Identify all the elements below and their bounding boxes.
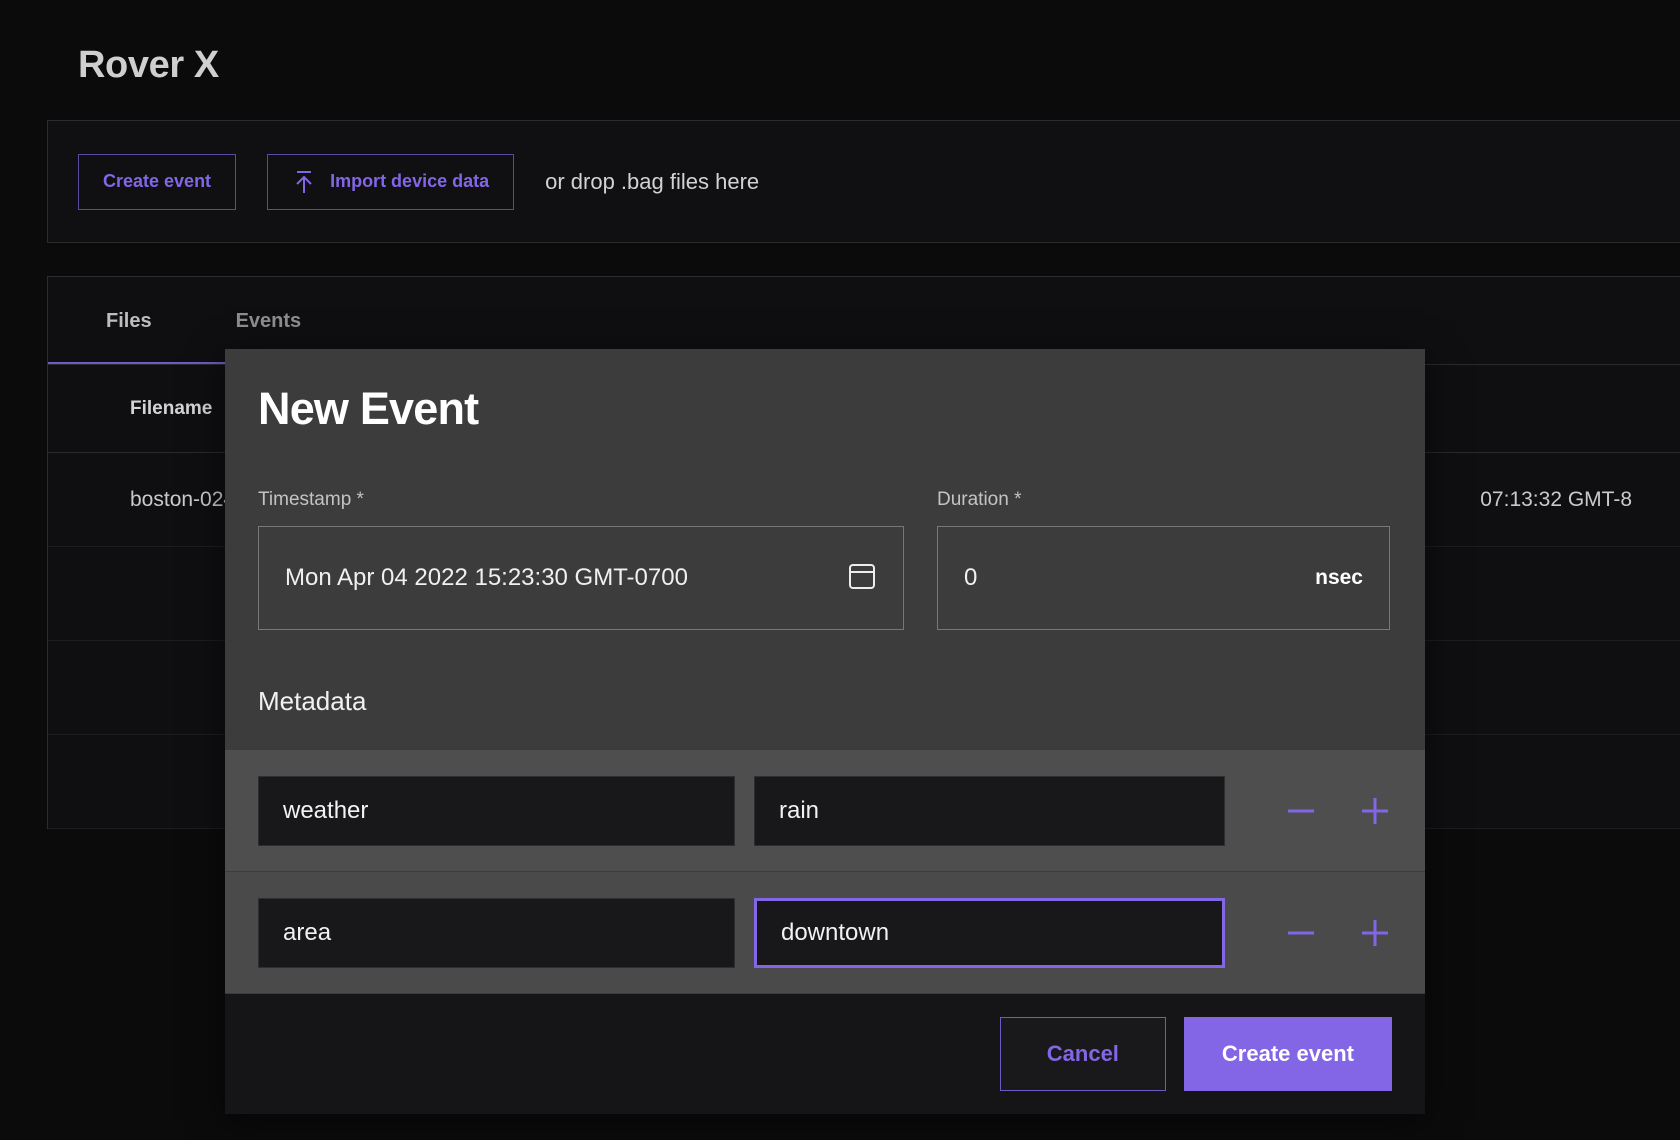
metadata-key-value: area (283, 919, 331, 947)
metadata-value-input[interactable]: downtown (754, 898, 1225, 968)
timestamp-label: Timestamp * (258, 489, 904, 511)
duration-field-group: Duration * 0 nsec (937, 489, 1390, 630)
drop-files-hint: or drop .bag files here (545, 169, 759, 195)
tab-events-label: Events (236, 310, 302, 333)
app-root: Rover X Create event Import device data … (0, 0, 1680, 1140)
metadata-key-input[interactable]: weather (258, 776, 735, 846)
tab-files-label: Files (106, 310, 152, 333)
metadata-key-input[interactable]: area (258, 898, 735, 968)
duration-label: Duration * (937, 489, 1390, 511)
metadata-row: area downtown (225, 872, 1425, 994)
minus-icon[interactable] (1284, 916, 1318, 950)
import-device-data-label: Import device data (330, 171, 489, 192)
page-title: Rover X (78, 44, 219, 87)
cell-timestamp: 07:13:32 GMT-8 (1480, 488, 1632, 512)
metadata-key-value: weather (283, 797, 368, 825)
column-header-filename: Filename (130, 398, 212, 420)
metadata-row: weather rain (225, 750, 1425, 872)
metadata-value-value: rain (779, 797, 819, 825)
upload-icon (292, 169, 316, 195)
timestamp-value: Mon Apr 04 2022 15:23:30 GMT-0700 (285, 564, 688, 592)
new-event-dialog: New Event Timestamp * Mon Apr 04 2022 15… (225, 349, 1425, 1114)
plus-icon[interactable] (1358, 794, 1392, 828)
metadata-value-value: downtown (781, 919, 889, 947)
minus-icon[interactable] (1284, 794, 1318, 828)
toolbar-panel: Create event Import device data or drop … (47, 120, 1680, 243)
duration-value: 0 (964, 564, 977, 592)
cancel-button[interactable]: Cancel (1000, 1017, 1166, 1091)
create-event-button[interactable]: Create event (78, 154, 236, 210)
import-device-data-button[interactable]: Import device data (267, 154, 514, 210)
calendar-icon[interactable] (847, 560, 877, 597)
timestamp-input[interactable]: Mon Apr 04 2022 15:23:30 GMT-0700 (258, 526, 904, 630)
create-event-submit-button[interactable]: Create event (1184, 1017, 1392, 1091)
duration-unit: nsec (1315, 566, 1363, 590)
dialog-footer: Cancel Create event (225, 994, 1425, 1114)
metadata-value-input[interactable]: rain (754, 776, 1225, 846)
create-event-label: Create event (103, 171, 211, 192)
metadata-rows: weather rain area (225, 750, 1425, 994)
tab-files[interactable]: Files (106, 277, 152, 365)
timestamp-field-group: Timestamp * Mon Apr 04 2022 15:23:30 GMT… (258, 489, 904, 630)
plus-icon[interactable] (1358, 916, 1392, 950)
metadata-row-actions (1284, 794, 1392, 828)
dialog-title: New Event (258, 383, 1392, 435)
metadata-heading: Metadata (258, 686, 1392, 750)
metadata-row-actions (1284, 916, 1392, 950)
duration-input[interactable]: 0 nsec (937, 526, 1390, 630)
